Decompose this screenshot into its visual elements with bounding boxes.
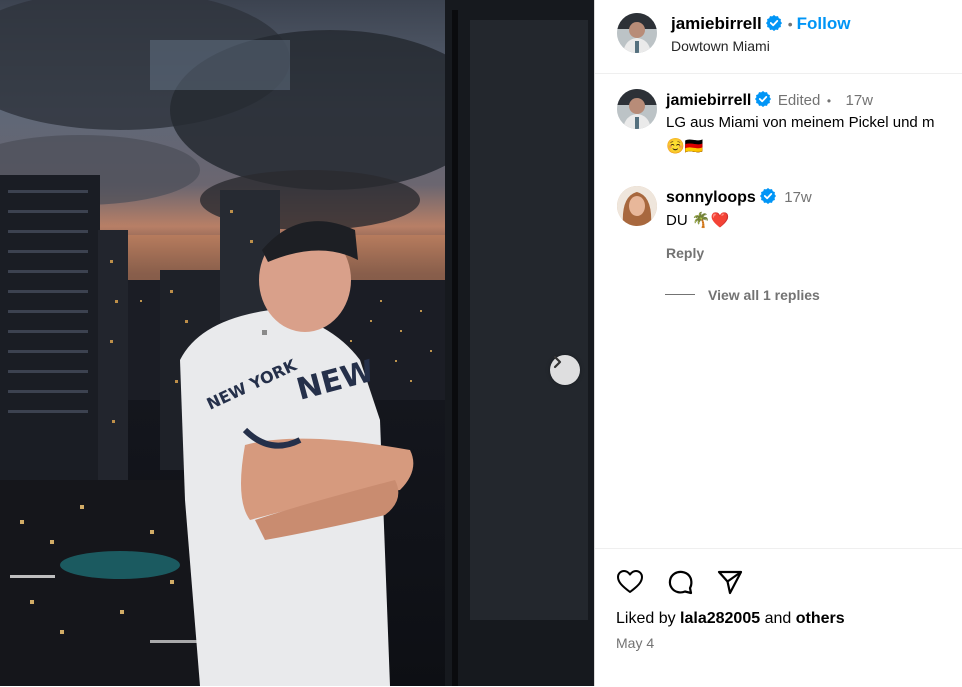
likes-summary: Liked by lala282005 and others: [616, 610, 845, 628]
caption-text-line1: LG aus Miami von meinem Pickel und m: [666, 114, 935, 131]
post-sidebar: jamiebirrell • Follow Dowtown Miami jamieb…: [594, 0, 962, 686]
chevron-right-icon: [553, 355, 562, 369]
caption-text-line2: ☺️🇩🇪: [666, 138, 704, 155]
post-date[interactable]: May 4: [616, 635, 654, 651]
caption-separator-dot: •: [826, 94, 832, 108]
comment-icon[interactable]: [666, 568, 694, 596]
header-title-row: jamiebirrell • Follow: [671, 14, 850, 34]
verified-icon: [765, 15, 782, 31]
comment-text: DU 🌴❤️: [666, 212, 730, 229]
post-photo[interactable]: NEW YORK NEW: [0, 0, 594, 686]
likes-and: and: [764, 610, 792, 627]
author-avatar[interactable]: [617, 13, 657, 53]
edited-label: Edited: [777, 92, 821, 109]
comment-text-wrap: DU 🌴❤️: [666, 211, 729, 230]
caption-text-line2-wrap: ☺️🇩🇪: [666, 137, 703, 156]
caption-header-row: jamiebirrell Edited • 17w: [666, 91, 873, 110]
comment-header-row: sonnyloops 17w: [666, 188, 812, 207]
separator-dot: •: [787, 16, 793, 32]
follow-button[interactable]: Follow: [797, 14, 851, 33]
likes-prefix: Liked by: [616, 610, 676, 627]
verified-icon: [755, 91, 772, 107]
photo-illustration: NEW YORK NEW: [0, 0, 594, 686]
share-icon[interactable]: [716, 568, 744, 596]
next-photo-button[interactable]: [550, 355, 580, 385]
verified-icon: [759, 188, 776, 204]
replies-divider-line: [665, 294, 695, 295]
commenter-avatar[interactable]: [617, 186, 657, 226]
view-replies-button[interactable]: View all 1 replies: [708, 287, 820, 303]
post-location[interactable]: Dowtown Miami: [671, 38, 770, 54]
reply-button[interactable]: Reply: [666, 245, 704, 261]
caption-timestamp[interactable]: 17w: [845, 92, 873, 109]
post-header: jamiebirrell • Follow Dowtown Miami: [595, 0, 962, 74]
author-username[interactable]: jamiebirrell: [671, 14, 762, 33]
caption-author-avatar[interactable]: [617, 89, 657, 129]
likes-user-link[interactable]: lala282005: [680, 610, 760, 627]
heart-icon[interactable]: [616, 568, 644, 596]
likes-others-link[interactable]: others: [796, 610, 845, 627]
caption-text: LG aus Miami von meinem Pickel und m: [666, 114, 962, 132]
comment-timestamp[interactable]: 17w: [784, 189, 812, 206]
caption-author-username[interactable]: jamiebirrell: [666, 92, 751, 109]
commenter-username[interactable]: sonnyloops: [666, 189, 756, 206]
